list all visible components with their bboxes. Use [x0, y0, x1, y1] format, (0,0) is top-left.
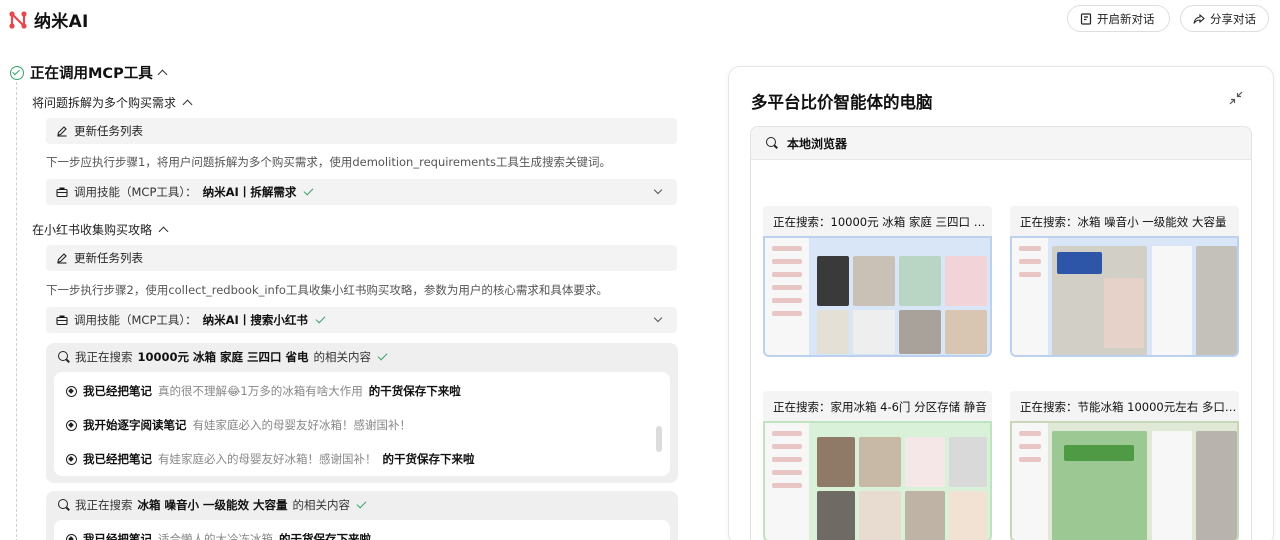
note-item: 我开始逐字阅读笔记 有娃家庭必入的母婴友好冰箱！感谢国补！	[66, 417, 411, 433]
screenshot-thumbnail	[763, 236, 992, 357]
task-list-update-2: 更新任务列表	[46, 245, 677, 271]
app-logo[interactable]: 纳米AI	[8, 7, 89, 32]
search-icon	[58, 499, 70, 511]
toolbox-icon	[56, 187, 68, 198]
compass-icon	[66, 385, 77, 397]
chevron-down-icon[interactable]	[653, 313, 663, 323]
screenshot-thumbnail	[1010, 421, 1239, 540]
search-icon	[766, 137, 778, 149]
edit-icon	[57, 253, 67, 264]
search-status-1: 我正在搜索 10000元 冰箱 家庭 三四口 省电 的相关内容	[58, 349, 388, 365]
share-icon	[1193, 13, 1205, 24]
share-chat-button[interactable]: 分享对话	[1180, 5, 1269, 32]
new-chat-label: 开启新对话	[1097, 11, 1155, 26]
compass-icon	[66, 453, 77, 465]
search-card-3[interactable]: 正在搜索：家用冰箱 4-6门 分区存储 静音	[763, 391, 992, 540]
logo-icon	[9, 10, 27, 29]
timeline-line	[16, 82, 17, 540]
top-bar: 纳米AI 开启新对话 分享对话	[0, 0, 1280, 40]
search-result-box-1: 我正在搜索 10000元 冰箱 家庭 三四口 省电 的相关内容 我已经把笔记 真…	[46, 343, 678, 483]
screenshot-thumbnail	[1010, 236, 1239, 357]
search-icon	[58, 351, 70, 363]
search-card-2[interactable]: 正在搜索：冰箱 噪音小 一级能效 大容量	[1010, 206, 1239, 357]
conversation-area: 正在调用MCP工具 将问题拆解为多个购买需求 更新任务列表 下一步应执行步骤1，…	[0, 40, 700, 540]
check-icon	[303, 185, 314, 196]
share-chat-label: 分享对话	[1210, 11, 1256, 26]
search-card-1[interactable]: 正在搜索：10000元 冰箱 家庭 三四口 省电	[763, 206, 992, 357]
local-browser: 本地浏览器 正在搜索：10000元 冰箱 家庭 三四口 省电 正在搜索：冰箱 噪…	[750, 126, 1252, 540]
step-description-2: 下一步执行步骤2，使用collect_redbook_info工具收集小红书购买…	[46, 283, 608, 297]
task-list-update-1: 更新任务列表	[46, 118, 677, 144]
app-name: 纳米AI	[34, 12, 89, 32]
edit-icon	[57, 126, 67, 137]
chevron-up-icon[interactable]	[157, 69, 168, 80]
scrollbar-thumb[interactable]	[656, 426, 662, 452]
check-icon	[377, 350, 388, 361]
compass-icon	[66, 533, 77, 540]
panel-title: 多平台比价智能体的电脑	[751, 93, 933, 112]
mcp-status-header[interactable]: 正在调用MCP工具	[10, 62, 168, 83]
skill-call-1[interactable]: 调用技能（MCP工具）： 纳米AI丨拆解需求	[46, 179, 677, 205]
search-status-2: 我正在搜索 冰箱 噪音小 一级能效 大容量 的相关内容	[58, 497, 367, 513]
step-description-1: 下一步应执行步骤1，将用户问题拆解为多个购买需求，使用demolition_re…	[46, 155, 612, 169]
notes-list-1[interactable]: 我已经把笔记 真的很不理解😂1万多的冰箱有啥大作用 的干货保存下来啦 我开始逐字…	[54, 372, 670, 476]
new-chat-button[interactable]: 开启新对话	[1067, 5, 1170, 32]
note-item: 我已经把笔记 真的很不理解😂1万多的冰箱有啥大作用 的干货保存下来啦	[66, 383, 461, 399]
skill-call-2[interactable]: 调用技能（MCP工具）： 纳米AI丨搜索小红书	[46, 307, 677, 333]
check-circle-icon	[10, 65, 24, 80]
search-card-4[interactable]: 正在搜索：节能冰箱 10000元左右 多口之家	[1010, 391, 1239, 540]
collapse-icon[interactable]	[1229, 91, 1243, 105]
check-icon	[315, 313, 326, 324]
toolbox-icon	[56, 315, 68, 326]
note-item: 我已经把笔记 适合懒人的大冷冻冰箱 的干货保存下来啦	[66, 531, 371, 540]
chevron-up-icon[interactable]	[182, 99, 193, 110]
compass-icon	[66, 419, 77, 431]
notes-list-2[interactable]: 我已经把笔记 适合懒人的大冷冻冰箱 的干货保存下来啦	[54, 520, 670, 540]
check-icon	[356, 498, 367, 509]
new-chat-icon	[1080, 12, 1092, 25]
search-result-box-2: 我正在搜索 冰箱 噪音小 一级能效 大容量 的相关内容 我已经把笔记 适合懒人的…	[46, 491, 678, 540]
section-title-2[interactable]: 在小红书收集购买攻略	[32, 221, 169, 238]
browser-header: 本地浏览器	[751, 127, 1251, 160]
chevron-down-icon[interactable]	[653, 185, 663, 195]
mcp-title: 正在调用MCP工具	[30, 66, 153, 82]
agent-computer-panel: 多平台比价智能体的电脑 本地浏览器 正在搜索：10000元 冰箱 家庭 三四口 …	[728, 66, 1274, 540]
chevron-up-icon[interactable]	[158, 226, 169, 237]
note-item: 我已经把笔记 有娃家庭必入的母婴友好冰箱！感谢国补！ 的干货保存下来啦	[66, 451, 475, 467]
screenshot-thumbnail	[763, 421, 992, 540]
section-title-1[interactable]: 将问题拆解为多个购买需求	[32, 94, 193, 111]
